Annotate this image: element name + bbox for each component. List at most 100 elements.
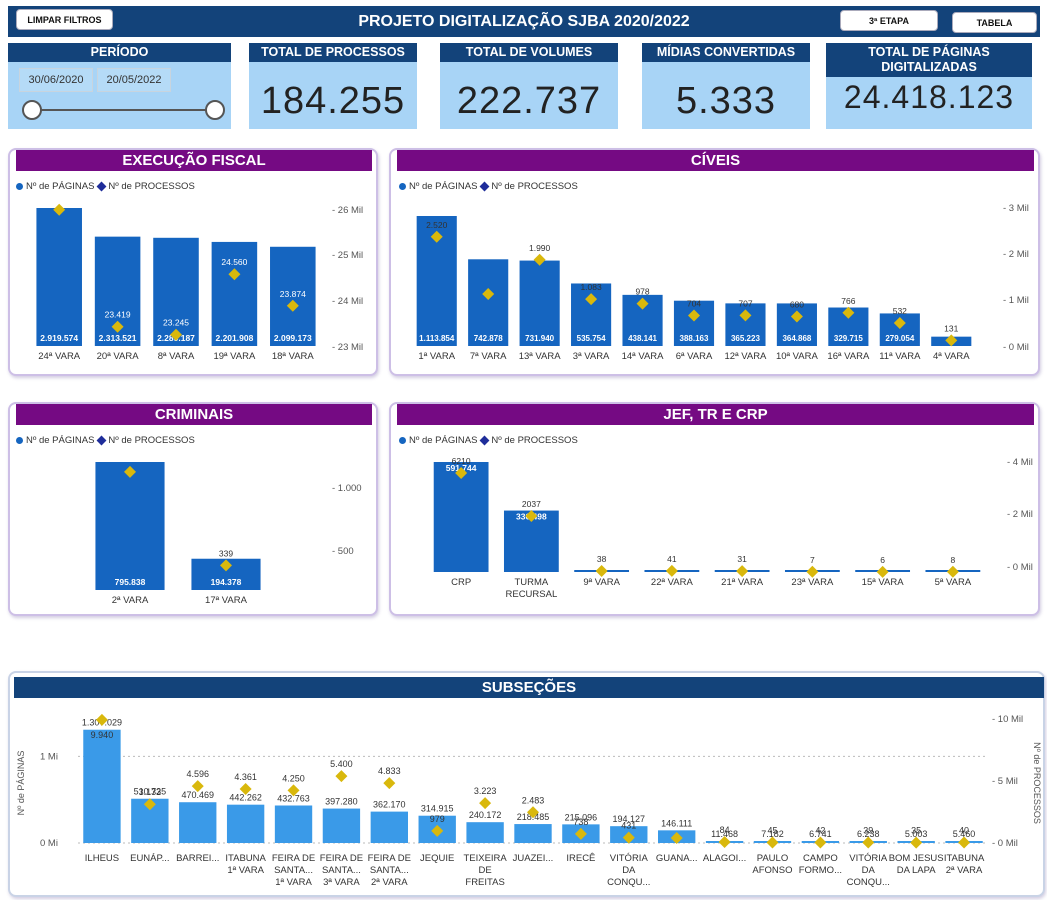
category-label: 6ª VARA: [676, 351, 713, 362]
process-value-label: 1.990: [529, 243, 551, 253]
process-value-label: 9.940: [91, 730, 114, 740]
y2-tick-label: - 1 Mil: [1003, 295, 1029, 306]
y2-tick-label: - 25 Mil: [332, 250, 363, 261]
kpi-total-processos: TOTAL DE PROCESSOS 184.255: [249, 43, 417, 129]
page-value-label: 388.163: [680, 334, 709, 343]
category-label: 3ª VARA: [573, 351, 610, 362]
process-value-label: 1.083: [580, 282, 602, 292]
process-marker: [946, 565, 959, 578]
page-bar: [95, 462, 165, 590]
table-button[interactable]: TABELA: [952, 12, 1037, 33]
y2-tick-label: - 1.000: [332, 483, 362, 494]
process-value-label: 84: [720, 825, 730, 835]
process-marker: [595, 564, 608, 577]
kpi-total-paginas: TOTAL DE PÁGINAS DIGITALIZADAS 24.418.12…: [826, 43, 1032, 129]
panel-civeis: CÍVEIS Nº de PÁGINAS Nº de PROCESSOS - 3 …: [389, 148, 1040, 376]
kpi-label: TOTAL DE PÁGINAS DIGITALIZADAS: [826, 43, 1032, 77]
kpi-label: TOTAL DE PROCESSOS: [249, 43, 417, 62]
page-value-label: 364.868: [782, 334, 811, 343]
category-label: FEIRA DE SANTA... 2ª VARA: [368, 853, 411, 888]
process-value-label: 4.833: [378, 766, 401, 776]
stage-button[interactable]: 3ª ETAPA: [840, 10, 938, 31]
category-label: CAMPO FORMO...: [799, 853, 842, 876]
chart-civeis: - 3 Mil - 2 Mil - 1 Mil - 0 Mil 1.113.854 2.5…: [416, 203, 1029, 362]
y-tick-label: 0 Mi: [40, 838, 58, 849]
period-label: PERÍODO: [8, 43, 231, 62]
y2-tick-label: - 23 Mil: [332, 342, 363, 353]
start-date-input[interactable]: 30/06/2020: [19, 68, 93, 92]
category-label: GUANA...: [656, 853, 698, 864]
category-label: TEIXEIRA DE FREITAS: [463, 853, 507, 888]
category-label: EUNÁP...: [130, 853, 169, 864]
y2-tick-label: - 5 Mil: [992, 776, 1018, 787]
category-label: 8ª VARA: [158, 351, 195, 362]
page-value-label: 146.111: [661, 818, 692, 828]
process-value-label: 5.400: [330, 759, 353, 769]
process-value-label: 35: [911, 826, 921, 836]
process-value-label: 431: [621, 821, 636, 831]
y2-tick-label: - 4 Mil: [1007, 457, 1033, 468]
page-value-label: 2.919.574: [40, 333, 78, 343]
process-value-label: 766: [841, 296, 855, 306]
date-slider-track[interactable]: [32, 109, 216, 111]
process-value-label: 4.596: [186, 769, 209, 779]
kpi-value: 5.333: [675, 80, 777, 122]
category-label: ILHEUS: [85, 853, 119, 864]
category-label: CRP: [451, 577, 471, 588]
page-bar: [514, 824, 552, 843]
process-value-label: 4.361: [234, 772, 257, 782]
category-label: 18ª VARA: [272, 351, 315, 362]
category-label: JUAZEI...: [513, 853, 554, 864]
process-value-label: 704: [687, 298, 701, 308]
category-label: FEIRA DE SANTA... 3ª VARA: [320, 853, 363, 888]
page-value-label: 795.838: [115, 577, 146, 587]
y2-tick-label: - 500: [332, 546, 354, 557]
category-label: ITABUNA 1ª VARA: [225, 853, 266, 876]
process-value-label: 23.874: [280, 289, 306, 299]
process-marker: [479, 797, 492, 810]
page-value-label: 2.201.908: [215, 333, 253, 343]
process-value-label: 4.250: [282, 773, 305, 783]
page-value-label: 2.313.521: [99, 333, 137, 343]
category-label: 13ª VARA: [519, 351, 562, 362]
page-value-label: 535.754: [577, 334, 606, 343]
page-value-label: 194.378: [211, 577, 242, 587]
y2-tick-label: - 0 Mil: [1003, 342, 1029, 353]
date-slider-start-handle[interactable]: [22, 100, 42, 120]
date-slider-end-handle[interactable]: [205, 100, 225, 120]
process-marker: [665, 564, 678, 577]
page-value-label: 731.940: [525, 334, 554, 343]
process-value-label: 31: [737, 554, 747, 564]
clear-filters-button[interactable]: LIMPAR FILTROS: [16, 9, 113, 30]
page-value-label: 365.223: [731, 334, 760, 343]
category-label: PAULO AFONSO: [752, 853, 792, 876]
kpi-label: MÍDIAS CONVERTIDAS: [642, 43, 810, 62]
process-value-label: 8: [951, 555, 956, 565]
category-label: BOM JESUS DA LAPA: [889, 853, 944, 876]
process-value-label: 39: [863, 826, 873, 836]
page-bar: [466, 822, 504, 843]
process-marker: [806, 565, 819, 578]
category-label: VITÓRIA DA CONQU...: [847, 853, 890, 888]
process-value-label: 979: [430, 814, 445, 824]
kpi-midias-convertidas: MÍDIAS CONVERTIDAS 5.333: [642, 43, 810, 129]
process-value-label: 3.132: [139, 787, 162, 797]
process-value-label: 2.483: [522, 795, 545, 805]
y2-tick-label: - 2 Mil: [1007, 509, 1033, 520]
end-date-input[interactable]: 20/05/2022: [97, 68, 171, 92]
process-value-label: 2.520: [426, 220, 448, 230]
page-value-label: 438.141: [628, 334, 657, 343]
process-value-label: 41: [667, 554, 677, 564]
process-value-label: 978: [635, 287, 649, 297]
category-label: 15ª VARA: [862, 577, 905, 588]
process-value-label: 339: [219, 548, 233, 558]
y-axis-title: Nº de PÁGINAS: [16, 751, 26, 816]
page-bar: [179, 802, 217, 843]
kpi-label: TOTAL DE VOLUMES: [440, 43, 618, 62]
category-label: 16ª VARA: [827, 351, 870, 362]
page-bar: [83, 729, 121, 843]
page-value-label: 742.878: [474, 334, 503, 343]
process-value-label: 3.223: [474, 786, 497, 796]
category-label: 11ª VARA: [879, 351, 921, 362]
category-label: BARREI...: [176, 853, 219, 864]
